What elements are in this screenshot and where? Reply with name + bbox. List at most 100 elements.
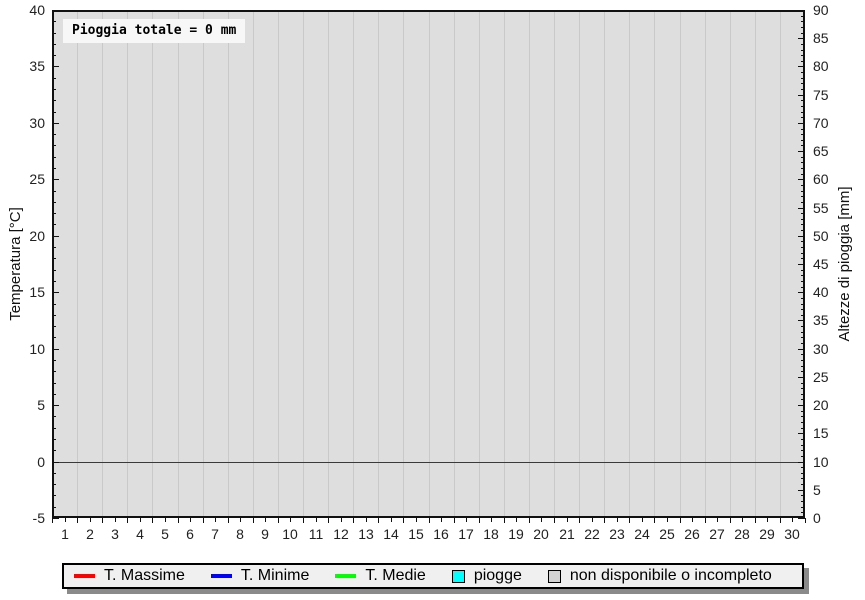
x-axis-tick: [429, 518, 430, 523]
legend-item: T. Massime: [74, 567, 185, 585]
x-axis-minor-tick: [441, 518, 442, 522]
x-axis-minor-tick: [115, 518, 116, 522]
x-axis-tick: [403, 518, 404, 523]
x-axis-minor-tick: [717, 518, 718, 522]
legend-marker-non-disponibile-o-incompleto: [548, 570, 561, 583]
legend-label: T. Medie: [365, 567, 425, 585]
x-axis-tick: [303, 518, 304, 523]
right-axis-tick-label: 45: [813, 256, 853, 272]
left-axis-title: Temperatura [°C]: [6, 114, 26, 414]
left-axis-tick-label: 40: [5, 2, 45, 18]
x-axis-minor-tick: [516, 518, 517, 522]
x-axis-minor-tick: [90, 518, 91, 522]
x-axis-tick: [228, 518, 229, 523]
right-axis-tick-label: 15: [813, 425, 853, 441]
x-axis-minor-tick: [140, 518, 141, 522]
left-axis-tick-label: 0: [5, 454, 45, 470]
x-axis-minor-tick: [165, 518, 166, 522]
plot-frame: [52, 10, 805, 518]
x-axis-minor-tick: [667, 518, 668, 522]
x-axis-minor-tick: [692, 518, 693, 522]
x-axis-tick: [629, 518, 630, 523]
x-axis-minor-tick: [391, 518, 392, 522]
x-axis-minor-tick: [416, 518, 417, 522]
x-axis-minor-tick: [65, 518, 66, 522]
x-axis-minor-tick: [567, 518, 568, 522]
legend-item: piogge: [452, 567, 522, 585]
legend-label: non disponibile o incompleto: [570, 567, 772, 585]
x-axis-minor-tick: [642, 518, 643, 522]
x-axis-tick: [730, 518, 731, 523]
right-axis-tick-label: 30: [813, 341, 853, 357]
legend-marker-piogge: [452, 570, 465, 583]
x-axis-tick: [805, 518, 806, 523]
x-axis-tick: [52, 518, 53, 523]
legend-item: T. Minime: [211, 567, 309, 585]
x-axis-tick: [554, 518, 555, 523]
x-axis-minor-tick: [316, 518, 317, 522]
left-axis-tick-label: 5: [5, 397, 45, 413]
x-axis-minor-tick: [767, 518, 768, 522]
x-axis-tick: [654, 518, 655, 523]
x-axis-tick: [203, 518, 204, 523]
day-label: 30: [777, 526, 807, 542]
legend-item: non disponibile o incompleto: [548, 567, 772, 585]
left-axis-tick-label: 30: [5, 115, 45, 131]
right-axis-tick-label: 35: [813, 312, 853, 328]
right-axis-tick-label: 55: [813, 200, 853, 216]
right-axis-tick-label: 0: [813, 510, 853, 526]
x-axis-tick: [780, 518, 781, 523]
legend: T. Massime T. Minime T. Medie piogge non dis…: [62, 563, 804, 589]
rain-temperature-chart: Pioggia totale = 0 mm Temperatura [°C] A…: [0, 0, 865, 600]
x-axis-tick: [178, 518, 179, 523]
right-axis-tick-label: 70: [813, 115, 853, 131]
x-axis-minor-tick: [792, 518, 793, 522]
x-axis-tick: [604, 518, 605, 523]
right-axis-tick-label: 65: [813, 143, 853, 159]
x-axis-tick: [278, 518, 279, 523]
right-axis-tick-label: 75: [813, 87, 853, 103]
x-axis-minor-tick: [366, 518, 367, 522]
x-axis-tick: [504, 518, 505, 523]
right-axis-tick-label: 5: [813, 482, 853, 498]
right-axis-tick-label: 40: [813, 284, 853, 300]
left-axis-tick-label: 15: [5, 284, 45, 300]
x-axis-minor-tick: [491, 518, 492, 522]
right-axis-tick-label: 25: [813, 369, 853, 385]
left-axis-tick-label: 35: [5, 58, 45, 74]
x-axis-tick: [77, 518, 78, 523]
left-axis-tick-label: 25: [5, 171, 45, 187]
x-axis-minor-tick: [215, 518, 216, 522]
x-axis-tick: [378, 518, 379, 523]
legend-marker-t-medie: [335, 574, 356, 578]
x-axis-tick: [479, 518, 480, 523]
legend-label: piogge: [474, 567, 522, 585]
x-axis-minor-tick: [190, 518, 191, 522]
x-axis-tick: [454, 518, 455, 523]
x-axis-minor-tick: [290, 518, 291, 522]
x-axis-tick: [328, 518, 329, 523]
left-axis-tick-label: 10: [5, 341, 45, 357]
legend-marker-t-massime: [74, 574, 95, 578]
x-axis-minor-tick: [341, 518, 342, 522]
right-axis-tick-label: 10: [813, 454, 853, 470]
legend-marker-t-minime: [211, 574, 232, 578]
x-axis-minor-tick: [265, 518, 266, 522]
right-axis-tick-label: 20: [813, 397, 853, 413]
x-axis-tick: [755, 518, 756, 523]
rain-total-annotation: Pioggia totale = 0 mm: [63, 19, 245, 43]
x-axis-tick: [579, 518, 580, 523]
x-axis-minor-tick: [541, 518, 542, 522]
x-axis-tick: [529, 518, 530, 523]
left-axis-tick-label: -5: [5, 510, 45, 526]
legend-label: T. Minime: [241, 567, 309, 585]
x-axis-tick: [353, 518, 354, 523]
x-axis-minor-tick: [617, 518, 618, 522]
right-axis-tick-label: 90: [813, 2, 853, 18]
left-axis-tick: [52, 518, 59, 519]
x-axis-tick: [705, 518, 706, 523]
right-axis-tick: [798, 518, 805, 519]
left-axis-tick-label: 20: [5, 228, 45, 244]
right-axis-tick-label: 85: [813, 30, 853, 46]
x-axis-minor-tick: [240, 518, 241, 522]
